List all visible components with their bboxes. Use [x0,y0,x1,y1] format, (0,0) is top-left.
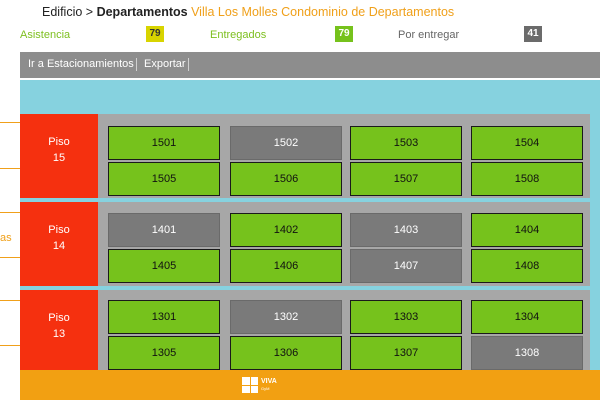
floor-number: 14 [52,240,66,252]
viva-logo: VIVA GyM [242,376,298,394]
unit-tile[interactable]: 1502 [230,126,342,160]
left-nav-divider [0,168,20,169]
unit-tile[interactable]: 1403 [350,213,462,247]
left-nav-divider [0,345,20,346]
unit-tile[interactable]: 1301 [108,300,220,334]
unit-tile[interactable]: 1501 [108,126,220,160]
left-nav-divider [0,300,20,301]
floor-label-text: Piso [48,312,70,324]
unit-tile[interactable]: 1405 [108,249,220,283]
unit-tile[interactable]: 1504 [471,126,583,160]
logo-mark-icon [242,377,258,393]
estacionamientos-link[interactable]: Ir a Estacionamientos [28,58,134,70]
unit-tile[interactable]: 1406 [230,249,342,283]
floor-number: 13 [52,328,66,340]
page: Edificio > Departamentos Villa Los Molle… [0,0,600,400]
unit-tile[interactable]: 1402 [230,213,342,247]
logo-subtext: GyM [261,386,270,391]
floor-label-13: Piso 13 [20,290,98,370]
footer-bar: VIVA GyM [20,370,600,400]
floor-number: 15 [52,152,66,164]
unit-tile[interactable]: 1307 [350,336,462,370]
logo-text: VIVA [261,378,277,385]
por-entregar-count-badge: 41 [524,26,542,42]
floor-label-15: Piso 15 [20,114,98,198]
breadcrumb-root[interactable]: Edificio [42,5,82,19]
unit-tile[interactable]: 1302 [230,300,342,334]
unit-tile[interactable]: 1305 [108,336,220,370]
toolbar-divider [136,58,137,71]
unit-tile[interactable]: 1508 [471,162,583,196]
left-nav-divider [0,257,20,258]
toolbar-divider [188,58,189,71]
unit-tile[interactable]: 1306 [230,336,342,370]
unit-tile[interactable]: 1503 [350,126,462,160]
left-nav-divider [0,212,20,213]
project-title: Villa Los Molles Condominio de Departame… [191,5,455,19]
entregados-label: Entregados [210,29,267,41]
left-nav-item-label[interactable]: as [0,232,12,244]
breadcrumb-separator: > [85,5,94,19]
unit-tile[interactable]: 1408 [471,249,583,283]
toolbar: Ir a Estacionamientos Exportar [20,52,600,78]
unit-tile[interactable]: 1303 [350,300,462,334]
breadcrumb-section[interactable]: Departamentos [97,5,188,19]
por-entregar-label: Por entregar [398,29,460,41]
stats-bar: Asistencia 79 Entregados 79 Por entregar… [0,26,600,44]
asistencia-label: Asistencia [20,29,71,41]
breadcrumb: Edificio > Departamentos Villa Los Molle… [42,5,454,19]
entregados-count-badge: 79 [335,26,353,42]
unit-tile[interactable]: 1404 [471,213,583,247]
floor-label-14: Piso 14 [20,202,98,286]
unit-tile[interactable]: 1304 [471,300,583,334]
unit-tile[interactable]: 1506 [230,162,342,196]
left-nav-strip [0,80,20,370]
floor-label-text: Piso [48,136,70,148]
floor-label-text: Piso [48,224,70,236]
left-nav-divider [0,122,20,123]
unit-tile[interactable]: 1505 [108,162,220,196]
asistencia-count-badge: 79 [146,26,164,42]
unit-tile[interactable]: 1507 [350,162,462,196]
exportar-button[interactable]: Exportar [144,58,186,70]
unit-tile[interactable]: 1401 [108,213,220,247]
unit-tile[interactable]: 1407 [350,249,462,283]
unit-tile[interactable]: 1308 [471,336,583,370]
